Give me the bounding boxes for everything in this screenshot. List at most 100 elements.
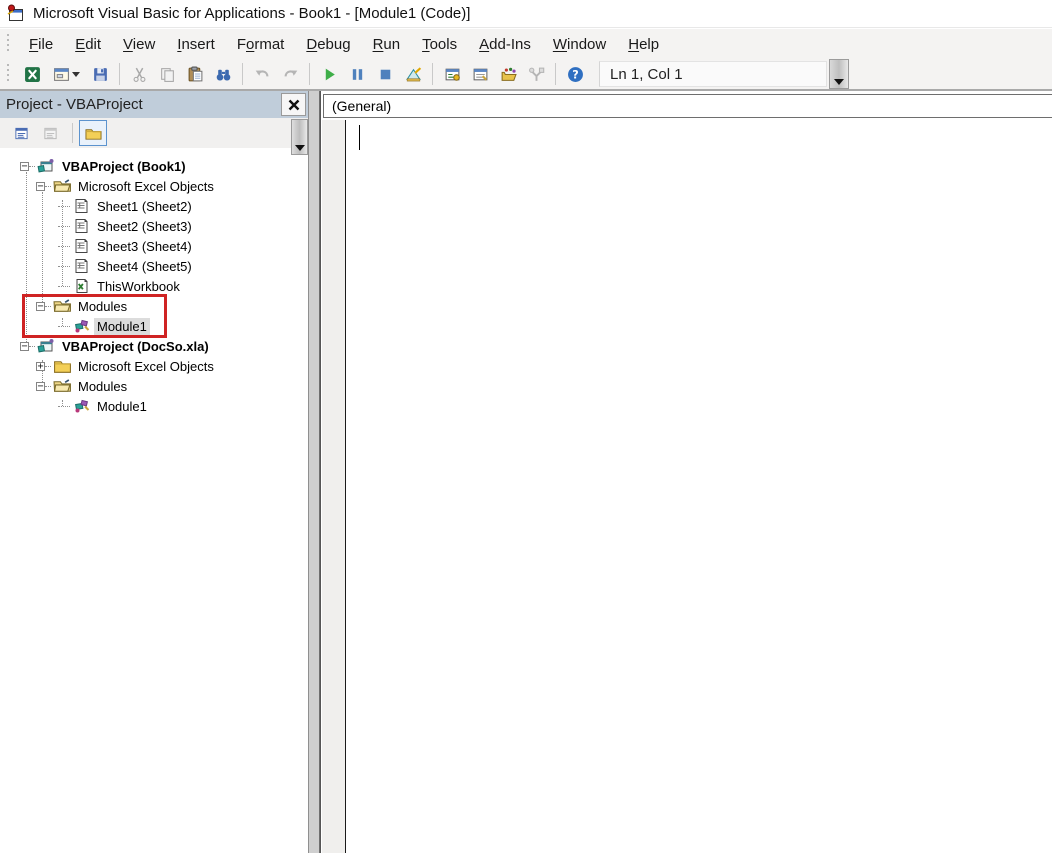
save-button[interactable] (87, 61, 113, 87)
tree-item-vbaproject-book1[interactable]: − VBAProject (Book1) (0, 156, 308, 176)
tree-item-module1-docso[interactable]: Module1 (0, 396, 308, 416)
insert-userform-button[interactable] (47, 61, 85, 87)
run-button[interactable] (316, 61, 342, 87)
tree-connector (58, 326, 70, 327)
cut-icon (131, 66, 148, 83)
text-cursor (359, 125, 360, 150)
status-text: Ln 1, Col 1 (610, 66, 683, 83)
project-icon (37, 158, 56, 174)
tree-connector (58, 206, 70, 207)
project-icon (37, 338, 56, 354)
toolbar-separator (309, 63, 310, 85)
margin-divider-line (345, 120, 346, 853)
break-button[interactable] (344, 61, 370, 87)
sheet-icon (72, 198, 91, 214)
undo-button[interactable] (249, 61, 275, 87)
project-panel-header[interactable]: Project - VBAProject (0, 91, 308, 118)
label-part: V (123, 36, 133, 53)
collapse-toggle[interactable]: − (36, 302, 45, 311)
chevron-down-icon (834, 79, 844, 85)
tree-item-vbaproject-docso[interactable]: − VBAProject (DocSo.xla) (0, 336, 308, 356)
vba-app-icon (6, 4, 25, 23)
menu-item-edit[interactable]: Edit (64, 32, 112, 57)
toggle-folders-button[interactable] (79, 120, 107, 146)
tree-item-sheet4[interactable]: Sheet4 (Sheet5) (0, 256, 308, 276)
tree-connector (29, 346, 35, 347)
copy-button[interactable] (154, 61, 180, 87)
project-panel-toolbar (0, 118, 308, 148)
view-object-button[interactable] (37, 121, 63, 145)
toolbar-options-button[interactable] (829, 59, 849, 89)
collapse-toggle[interactable]: − (20, 342, 29, 351)
copy-icon (159, 66, 176, 83)
view-code-icon (13, 126, 30, 141)
menu-item-run[interactable]: Run (362, 32, 412, 57)
tree-item-label: VBAProject (DocSo.xla) (59, 338, 212, 355)
tree-item-module1-book1[interactable]: Module1 (0, 316, 308, 336)
tree-item-sheet1[interactable]: Sheet1 (Sheet2) (0, 196, 308, 216)
tree-item-sheet2[interactable]: Sheet2 (Sheet3) (0, 216, 308, 236)
redo-button[interactable] (277, 61, 303, 87)
menubar-grip-handle[interactable] (6, 34, 10, 54)
toolbox-button[interactable] (523, 61, 549, 87)
menu-item-format[interactable]: Format (226, 32, 296, 57)
tree-item-excel-objects-docso[interactable]: + Microsoft Excel Objects (0, 356, 308, 376)
tree-item-modules-book1[interactable]: − Modules (0, 296, 308, 316)
toolbar-grip-handle[interactable] (6, 64, 10, 84)
project-explorer-button[interactable] (439, 61, 465, 87)
collapse-toggle[interactable]: − (36, 182, 45, 191)
panel-splitter[interactable] (308, 91, 320, 853)
tree-item-label: Modules (75, 378, 130, 395)
redo-icon (282, 66, 299, 83)
label-part: T (422, 36, 430, 53)
collapse-toggle[interactable]: − (36, 382, 45, 391)
label-part: un (383, 36, 400, 53)
save-icon (92, 66, 109, 83)
menu-item-debug[interactable]: Debug (295, 32, 361, 57)
tree-item-excel-objects[interactable]: − Microsoft Excel Objects (0, 176, 308, 196)
label-part: dd-Ins (489, 36, 531, 53)
collapse-toggle[interactable]: − (20, 162, 29, 171)
tree-item-label: VBAProject (Book1) (59, 158, 189, 175)
menu-item-window[interactable]: Window (542, 32, 617, 57)
toolbox-icon (528, 66, 545, 83)
menu-item-insert[interactable]: Insert (166, 32, 226, 57)
label-part: indow (567, 36, 606, 53)
label-part: E (75, 36, 85, 53)
code-editor-area[interactable] (321, 120, 1052, 853)
menu-item-tools[interactable]: Tools (411, 32, 468, 57)
toolbar-separator (242, 63, 243, 85)
paste-button[interactable] (182, 61, 208, 87)
view-object-icon (42, 126, 59, 141)
close-panel-button[interactable] (281, 93, 306, 116)
object-browser-button[interactable] (495, 61, 521, 87)
dropdown-arrow-icon[interactable] (72, 72, 80, 77)
menu-item-view[interactable]: View (112, 32, 166, 57)
tree-item-sheet3[interactable]: Sheet3 (Sheet4) (0, 236, 308, 256)
view-code-button[interactable] (8, 121, 34, 145)
tree-item-modules-docso[interactable]: − Modules (0, 376, 308, 396)
tree-connector (45, 366, 51, 367)
find-button[interactable] (210, 61, 236, 87)
sheet-icon (72, 238, 91, 254)
design-mode-button[interactable] (400, 61, 426, 87)
label-part: rmat (254, 36, 284, 53)
standard-toolbar: ? Ln 1, Col 1 (0, 59, 1052, 91)
margin-indicator-bar[interactable] (322, 120, 345, 853)
tree-item-thisworkbook[interactable]: ThisWorkbook (0, 276, 308, 296)
object-selector-dropdown[interactable]: (General) (323, 94, 1052, 118)
view-excel-button[interactable] (19, 61, 45, 87)
help-button[interactable]: ? (562, 61, 588, 87)
menu-item-file[interactable]: File (18, 32, 64, 57)
reset-button[interactable] (372, 61, 398, 87)
menu-item-add-ins[interactable]: Add-Ins (468, 32, 542, 57)
label-part: D (306, 36, 317, 53)
properties-window-button[interactable] (467, 61, 493, 87)
label-part: R (373, 36, 384, 53)
title-bar: Microsoft Visual Basic for Applications … (0, 0, 1052, 28)
tree-item-label: Sheet1 (Sheet2) (94, 198, 195, 215)
menu-item-help[interactable]: Help (617, 32, 670, 57)
expand-toggle[interactable]: + (36, 362, 45, 371)
cut-button[interactable] (126, 61, 152, 87)
tree-connector (45, 306, 51, 307)
